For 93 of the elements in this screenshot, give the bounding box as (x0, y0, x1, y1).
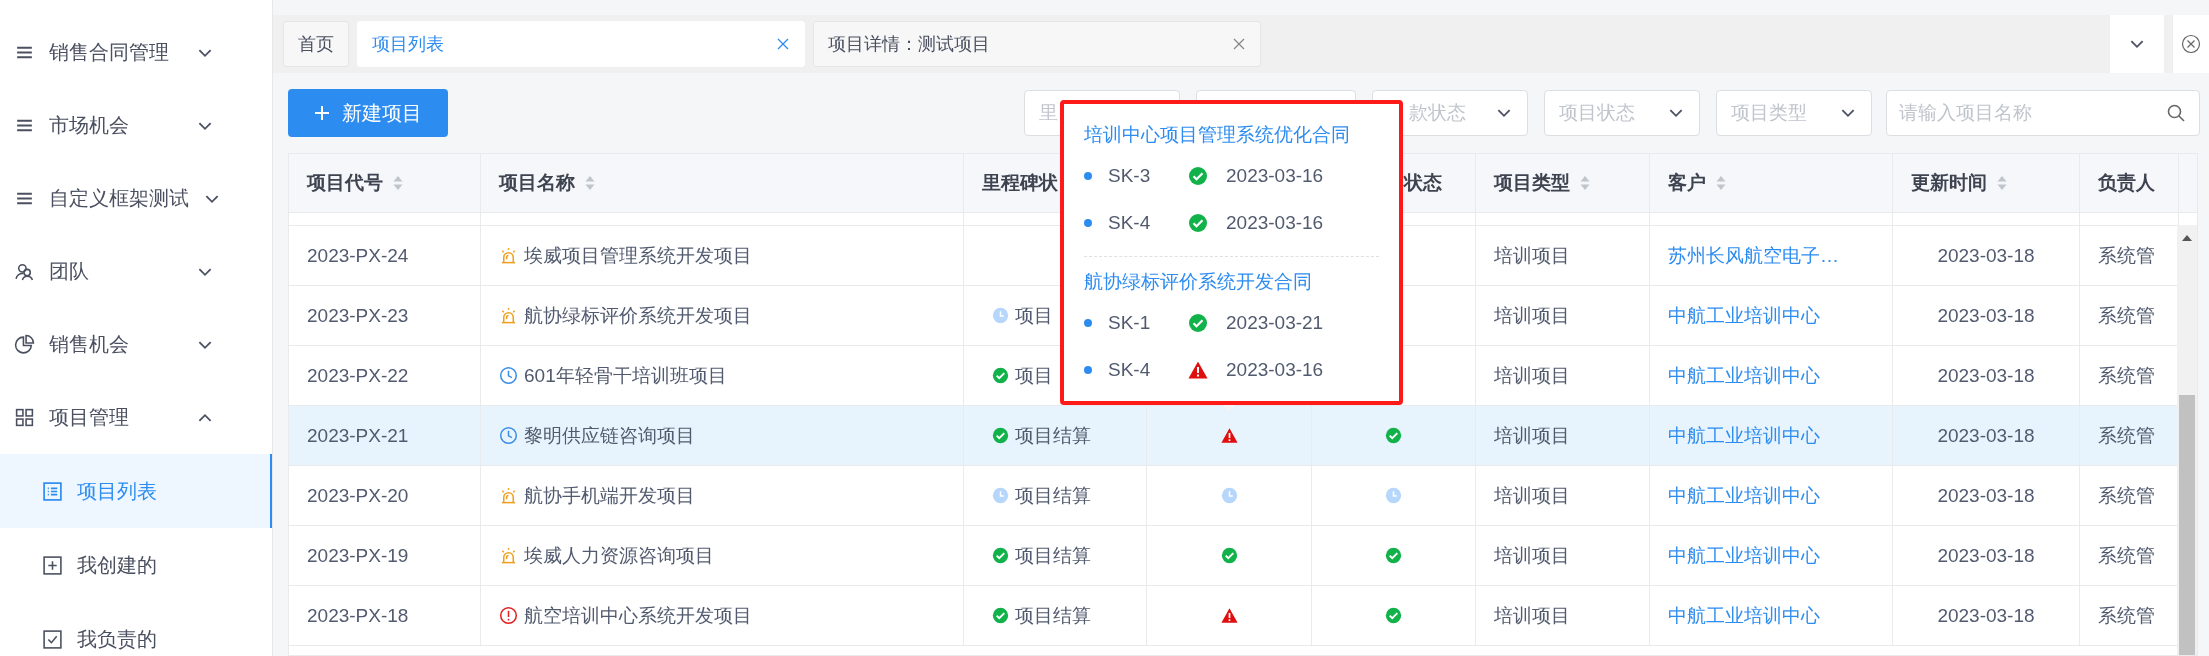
sidebar-item[interactable]: 项目管理 (0, 381, 272, 454)
project-name: 航协手机端开发项目 (524, 483, 695, 508)
column-header[interactable]: 项目类型 (1494, 170, 1590, 196)
tab[interactable]: 首页 (283, 21, 349, 67)
scroll-up-icon[interactable] (2181, 233, 2193, 243)
project-name: 埃威人力资源咨询项目 (524, 543, 714, 568)
sort-icon[interactable] (1716, 175, 1726, 191)
milestone-code: SK-4 (1108, 211, 1152, 234)
search-field[interactable]: 请输入项目名称 (1886, 90, 2200, 136)
column-header[interactable]: 更新时间 (1911, 170, 2007, 196)
contract-title: 培训中心项目管理系统优化合同 (1084, 123, 1351, 147)
owner-name: 系统管 (2098, 423, 2155, 448)
owner-name: 系统管 (2098, 363, 2155, 388)
project-type: 培训项目 (1494, 363, 1570, 388)
project-code: 2023-PX-21 (307, 424, 409, 447)
owner-name: 系统管 (2098, 603, 2155, 628)
scrollbar[interactable] (2177, 225, 2197, 655)
project-type: 培训项目 (1494, 243, 1570, 268)
project-type: 培训项目 (1494, 483, 1570, 508)
project-type: 培训项目 (1494, 603, 1570, 628)
milestone-code: SK-1 (1108, 311, 1152, 334)
column-header[interactable]: 状态 (1404, 170, 1442, 196)
milestone-status: 项目结算 (1015, 483, 1091, 508)
table-row[interactable]: 2023-PX-21 黎明供应链咨询项目 项目结算 培训项目 中航工业培训中心 2023-03-18 系统管 (289, 406, 2179, 466)
update-date: 2023-03-18 (1937, 364, 2035, 387)
tab[interactable]: 项目详情：测试项目 (813, 21, 1261, 67)
search-icon[interactable] (2166, 103, 2186, 123)
milestone-status: 项目结算 (1015, 543, 1091, 568)
tab[interactable]: 项目列表 (357, 21, 805, 67)
update-date: 2023-03-18 (1937, 244, 2035, 267)
column-header[interactable]: 客户 (1668, 170, 1726, 196)
bullet-icon (1084, 171, 1092, 180)
owner-name: 系统管 (2098, 243, 2155, 268)
project-name: 航协绿标评价系统开发项目 (524, 303, 752, 328)
close-icon (2181, 34, 2201, 54)
owner-name: 系统管 (2098, 483, 2155, 508)
column-header[interactable]: 里程碑状 (982, 170, 1058, 196)
owner-name: 系统管 (2098, 303, 2155, 328)
project-code: 2023-PX-23 (307, 304, 409, 327)
project-code: 2023-PX-20 (307, 484, 409, 507)
update-date: 2023-03-18 (1937, 424, 2035, 447)
customer-link[interactable]: 苏州长风航空电子… (1668, 242, 1839, 269)
milestone-date: 2023-03-21 (1226, 311, 1324, 334)
project-type: 培训项目 (1494, 543, 1570, 568)
table-row[interactable]: 2023-PX-18 航空培训中心系统开发项目 项目结算 培训项目 中航工业培训中心 2023-03-18 系统管 (289, 586, 2179, 646)
close-icon[interactable] (776, 37, 790, 51)
column-header[interactable]: 项目代号 (307, 170, 403, 196)
owner-name: 系统管 (2098, 543, 2155, 568)
tab-menu-button[interactable] (2109, 15, 2164, 73)
milestone-status: 项目结算 (1015, 603, 1091, 628)
project-code: 2023-PX-24 (307, 244, 409, 267)
sidebar-item[interactable]: 销售机会 (0, 308, 272, 381)
sort-icon[interactable] (1997, 175, 2007, 191)
milestone-status: 项目 (1015, 303, 1053, 328)
project-name: 埃威项目管理系统开发项目 (524, 243, 752, 268)
sidebar-item[interactable]: 自定义框架测试 (0, 162, 272, 235)
project-type: 培训项目 (1494, 303, 1570, 328)
milestone-status: 项目 (1015, 363, 1053, 388)
milestone-code: SK-4 (1108, 358, 1152, 381)
milestone-date: 2023-03-16 (1226, 211, 1324, 234)
sidebar-item[interactable]: 市场机会 (0, 89, 272, 162)
project-name: 航空培训中心系统开发项目 (524, 603, 752, 628)
milestone-date: 2023-03-16 (1226, 164, 1324, 187)
update-date: 2023-03-18 (1937, 304, 2035, 327)
close-all-button[interactable] (2172, 15, 2209, 73)
close-icon[interactable] (1232, 37, 1246, 51)
project-name: 黎明供应链咨询项目 (524, 423, 695, 448)
milestone-status: 项目结算 (1015, 423, 1091, 448)
sidebar-item[interactable]: 销售合同管理 (0, 16, 272, 89)
sidebar-subitem[interactable]: 我创建的 (0, 528, 272, 602)
bullet-icon (1084, 318, 1092, 327)
update-date: 2023-03-18 (1937, 484, 2035, 507)
project-name: 601年轻骨干培训班项目 (524, 363, 727, 388)
bullet-icon (1084, 365, 1092, 374)
column-header[interactable]: 项目名称 (499, 170, 595, 196)
column-header[interactable]: 负责人 (2098, 170, 2155, 196)
project-code: 2023-PX-22 (307, 364, 409, 387)
sidebar-item[interactable]: 团队 (0, 235, 272, 308)
plus-icon (314, 105, 330, 121)
update-date: 2023-03-18 (1937, 544, 2035, 567)
sort-icon[interactable] (585, 175, 595, 191)
sort-icon[interactable] (1580, 175, 1590, 191)
bullet-icon (1084, 218, 1092, 227)
milestone-code: SK-3 (1108, 164, 1152, 187)
update-date: 2023-03-18 (1937, 604, 2035, 627)
project-type: 培训项目 (1494, 423, 1570, 448)
table-row[interactable]: 2023-PX-19 埃威人力资源咨询项目 项目结算 培训项目 中航工业培训中心 2023-03-18 系统管 (289, 526, 2179, 586)
sort-icon[interactable] (393, 175, 403, 191)
milestone-date: 2023-03-16 (1226, 358, 1324, 381)
sidebar-subitem[interactable]: 我负责的 (0, 602, 272, 656)
project-code: 2023-PX-19 (307, 544, 409, 567)
project-code: 2023-PX-18 (307, 604, 409, 627)
table-row[interactable]: 2023-PX-20 航协手机端开发项目 项目结算 培训项目 中航工业培训中心 2023-03-18 系统管 (289, 466, 2179, 526)
